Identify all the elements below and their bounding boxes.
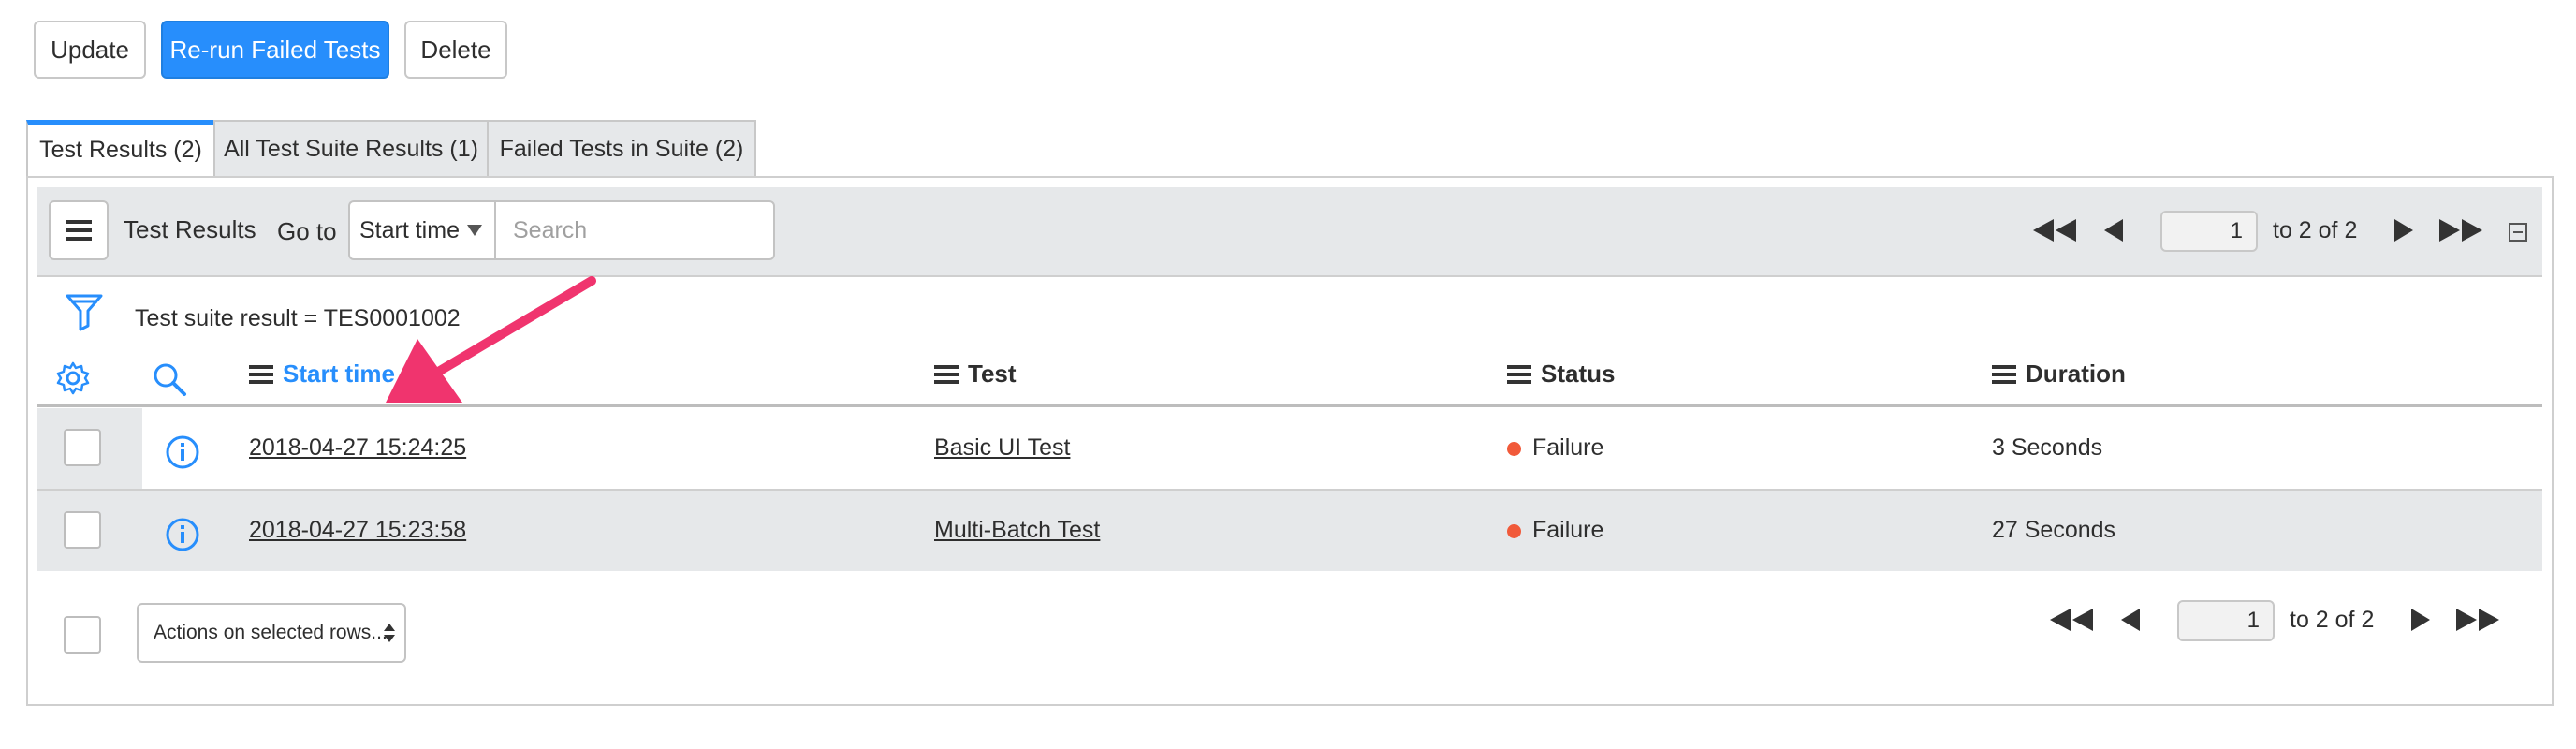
next-page-button-bottom[interactable] <box>2409 609 2432 631</box>
next-page-button[interactable] <box>2393 219 2415 242</box>
first-page-icon <box>2050 609 2093 631</box>
funnel-icon <box>66 294 103 331</box>
tab-all-test-suite-results[interactable]: All Test Suite Results (1) <box>213 120 489 176</box>
start-time-link[interactable]: 2018-04-27 15:24:25 <box>249 434 466 462</box>
status-text: Failure <box>1532 517 1604 543</box>
test-link[interactable]: Basic UI Test <box>934 434 1070 462</box>
row-checkbox[interactable] <box>64 429 101 466</box>
last-page-icon <box>2439 219 2482 242</box>
list-menu-button[interactable] <box>49 200 109 260</box>
failure-status-dot <box>1507 441 1521 456</box>
prev-page-button-bottom[interactable] <box>2119 609 2142 631</box>
header-divider <box>37 404 2542 407</box>
failure-status-dot <box>1507 523 1521 538</box>
collapse-icon <box>2509 223 2527 242</box>
status-cell: Failure <box>1507 517 1603 544</box>
updown-arrows-icon <box>384 624 395 642</box>
column-menu-icon <box>934 364 959 384</box>
goto-field-value: Start time <box>359 216 460 243</box>
delete-button[interactable]: Delete <box>404 21 507 79</box>
row-info-button[interactable] <box>165 434 200 470</box>
tab-failed-tests-in-suite[interactable]: Failed Tests in Suite (2) <box>487 120 756 176</box>
status-text: Failure <box>1532 434 1604 461</box>
first-page-button[interactable] <box>2031 219 2078 242</box>
rerun-failed-tests-button[interactable]: Re-run Failed Tests <box>161 21 389 79</box>
prev-page-icon <box>2104 219 2123 242</box>
search-icon <box>154 363 186 396</box>
page-range-bottom: to 2 of 2 <box>2290 607 2375 633</box>
list-title: Test Results <box>124 215 256 243</box>
actions-label: Actions on selected rows... <box>154 622 388 643</box>
search-input[interactable] <box>494 200 775 260</box>
info-icon <box>166 518 199 551</box>
column-header-test[interactable]: Test <box>934 360 1017 389</box>
goto-field-select[interactable]: Start time <box>348 200 496 260</box>
last-page-button[interactable] <box>2437 219 2484 242</box>
column-header-duration[interactable]: Duration <box>1992 360 2126 389</box>
filter-condition[interactable]: Test suite result = TES0001002 <box>135 305 461 332</box>
status-cell: Failure <box>1507 434 1603 462</box>
info-icon <box>166 435 199 469</box>
column-header-start-time[interactable]: Start time <box>249 360 421 389</box>
column-search-button[interactable] <box>152 361 187 397</box>
column-label-test: Test <box>968 360 1017 388</box>
column-menu-icon <box>1992 364 2016 384</box>
column-header-status[interactable]: Status <box>1507 360 1615 389</box>
actions-select[interactable]: Actions on selected rows... <box>137 603 406 663</box>
next-page-icon <box>2411 609 2430 631</box>
chevron-down-icon <box>466 225 482 236</box>
column-label-start-time: Start time <box>283 360 395 388</box>
next-page-icon <box>2394 219 2413 242</box>
column-menu-icon <box>1507 364 1531 384</box>
column-label-status: Status <box>1541 360 1616 388</box>
row-info-button[interactable] <box>165 517 200 552</box>
list-menu-icon <box>66 220 92 241</box>
filter-button[interactable] <box>66 292 103 331</box>
start-time-link[interactable]: 2018-04-27 15:23:58 <box>249 517 466 544</box>
select-all-checkbox[interactable] <box>64 616 101 654</box>
last-page-button-bottom[interactable] <box>2454 609 2501 631</box>
column-label-duration: Duration <box>2026 360 2126 388</box>
duration-cell: 27 Seconds <box>1992 517 2116 543</box>
goto-label: Go to <box>277 217 337 245</box>
sort-descending-icon <box>403 367 421 381</box>
test-link[interactable]: Multi-Batch Test <box>934 517 1100 544</box>
prev-page-icon <box>2121 609 2140 631</box>
tab-test-results[interactable]: Test Results (2) <box>26 120 215 176</box>
last-page-icon <box>2456 609 2499 631</box>
page-number-input-bottom[interactable] <box>2177 600 2275 641</box>
row-checkbox[interactable] <box>64 511 101 549</box>
column-menu-icon <box>249 364 273 384</box>
prev-page-button[interactable] <box>2102 219 2125 242</box>
update-button[interactable]: Update <box>34 21 146 79</box>
duration-cell: 3 Seconds <box>1992 434 2103 461</box>
first-page-icon <box>2033 219 2076 242</box>
page-range: to 2 of 2 <box>2273 217 2358 243</box>
first-page-button-bottom[interactable] <box>2048 609 2095 631</box>
gear-icon <box>56 361 90 395</box>
page-number-input[interactable] <box>2160 211 2258 252</box>
collapse-button[interactable] <box>2509 223 2527 242</box>
personalize-list-button[interactable] <box>56 361 90 395</box>
